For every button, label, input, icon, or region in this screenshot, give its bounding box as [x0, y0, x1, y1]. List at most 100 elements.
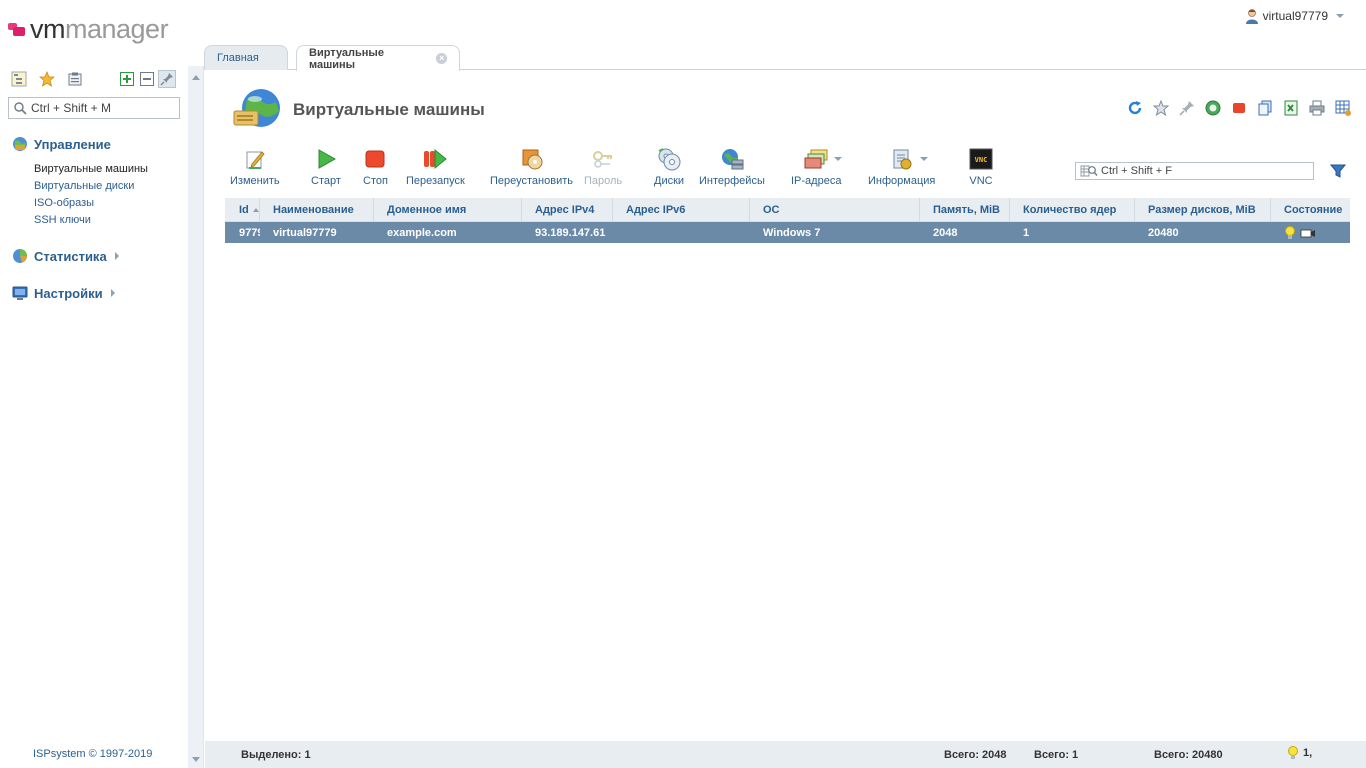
excel-export-icon[interactable] — [1282, 99, 1300, 117]
play-icon — [314, 147, 338, 171]
section-statistics[interactable]: Статистика — [12, 248, 119, 264]
ip-addresses-button-label: IP-адреса — [791, 175, 842, 187]
footer-state: 1, — [1287, 746, 1312, 760]
column-header-memory[interactable]: Память, MiB — [920, 198, 1010, 221]
nav-item-ssh-keys[interactable]: SSH ключи — [34, 212, 148, 229]
column-header-ipv4[interactable]: Адрес IPv4 — [522, 198, 613, 221]
user-name: virtual97779 — [1262, 9, 1328, 23]
sort-asc-icon — [252, 207, 259, 212]
stop-button-label: Стоп — [363, 175, 388, 187]
table-filter-input[interactable] — [1101, 165, 1301, 177]
interfaces-button[interactable]: Интерфейсы — [699, 147, 765, 187]
cell-cores: 1 — [1023, 226, 1030, 239]
edit-button-label: Изменить — [230, 175, 280, 187]
management-nav-list: Виртуальные машины Виртуальные диски ISO… — [34, 161, 148, 229]
svg-text:VNC: VNC — [975, 156, 988, 164]
vmmanager-logo[interactable]: vmmanager — [8, 14, 169, 44]
close-tab-icon[interactable]: × — [436, 53, 447, 64]
start-button[interactable]: Старт — [311, 147, 341, 187]
footer-state-count: 1, — [1303, 747, 1313, 759]
ip-addresses-button[interactable]: IP-адреса — [791, 147, 843, 187]
page-title: Виртуальные машины — [293, 100, 485, 119]
search-icon — [14, 101, 27, 115]
monitor-settings-icon — [12, 286, 28, 300]
cell-domain: example.com — [387, 226, 457, 239]
footer-total-memory: Всего: 2048 — [944, 749, 1007, 761]
table-row[interactable]: 9779 virtual97779 example.com 93.189.147… — [225, 222, 1350, 243]
information-button[interactable]: Информация — [868, 147, 935, 187]
cell-os: Windows 7 — [763, 226, 821, 239]
restart-button[interactable]: Перезапуск — [406, 147, 465, 187]
disks-button-label: Диски — [654, 175, 685, 187]
menu-search-field[interactable] — [8, 97, 180, 119]
stop-button[interactable]: Стоп — [363, 147, 388, 187]
column-header-name[interactable]: Наименование — [260, 198, 374, 221]
clipboard-icon[interactable] — [66, 70, 84, 88]
user-icon — [1245, 9, 1258, 24]
chevron-right-icon — [114, 252, 119, 260]
nav-item-virtual-machines[interactable]: Виртуальные машины — [34, 161, 148, 178]
copyright[interactable]: ISPsystem © 1997-2019 — [33, 748, 152, 760]
pin-page-icon[interactable] — [1178, 99, 1196, 117]
collapse-all-icon[interactable] — [138, 70, 156, 88]
help-icon[interactable] — [1204, 99, 1222, 117]
refresh-icon[interactable] — [1126, 99, 1144, 117]
nav-item-iso-images[interactable]: ISO-образы — [34, 195, 148, 212]
logo-mark-icon — [8, 21, 28, 37]
password-button[interactable]: Пароль — [584, 147, 622, 187]
globe-management-icon — [13, 137, 27, 151]
password-button-label: Пароль — [584, 175, 623, 187]
cell-name: virtual97779 — [273, 226, 337, 239]
vnc-icon: VNC — [969, 147, 993, 171]
nav-item-virtual-disks[interactable]: Виртуальные диски — [34, 178, 148, 195]
tab-virtual-machines[interactable]: Виртуальные машины × — [296, 45, 460, 71]
column-header-id[interactable]: Id — [225, 198, 260, 221]
column-header-disk-size[interactable]: Размер дисков, MiB — [1135, 198, 1271, 221]
lightbulb-on-icon — [1285, 225, 1295, 239]
table-settings-icon[interactable] — [1334, 99, 1352, 117]
user-menu[interactable]: virtual97779 — [1245, 8, 1344, 24]
column-header-domain[interactable]: Доменное имя — [374, 198, 522, 221]
cell-ipv4: 93.189.147.61 — [535, 226, 606, 239]
interfaces-button-label: Интерфейсы — [699, 175, 765, 187]
scroll-down-icon[interactable] — [192, 757, 200, 762]
favorite-star-icon[interactable] — [1152, 99, 1170, 117]
sidebar-splitter[interactable] — [188, 66, 204, 768]
lightbulb-on-icon — [1288, 746, 1298, 759]
sidebar-toolbar — [10, 70, 180, 90]
table-header: Id Наименование Доменное имя Адрес IPv4 … — [225, 198, 1350, 222]
column-header-state[interactable]: Состояние — [1271, 198, 1350, 221]
menu-tree-icon[interactable] — [10, 70, 28, 88]
section-settings[interactable]: Настройки — [12, 285, 115, 301]
grid-search-icon — [1080, 165, 1098, 177]
column-header-os[interactable]: ОС — [750, 198, 920, 221]
edit-button[interactable]: Изменить — [230, 147, 280, 187]
main-content: Виртуальные машины Изменить Старт Стоп П… — [205, 71, 1366, 768]
vnc-button[interactable]: VNC VNC — [969, 147, 993, 187]
table-footer: Выделено: 1 Всего: 2048 Всего: 1 Всего: … — [205, 741, 1366, 768]
pin-icon[interactable] — [158, 70, 176, 88]
print-icon[interactable] — [1308, 99, 1326, 117]
section-management[interactable]: Управление — [12, 136, 111, 152]
table-filter-field[interactable] — [1075, 162, 1314, 180]
cell-ipv6 — [613, 222, 750, 243]
stop-red-icon[interactable] — [1230, 99, 1248, 117]
scroll-up-icon[interactable] — [192, 75, 200, 80]
column-header-ipv6[interactable]: Адрес IPv6 — [613, 198, 750, 221]
section-statistics-title: Статистика — [34, 248, 107, 264]
column-header-cores[interactable]: Количество ядер — [1010, 198, 1135, 221]
page-actions — [1126, 99, 1352, 117]
interfaces-icon — [720, 147, 744, 171]
expand-all-icon[interactable] — [118, 70, 136, 88]
vm-table: Id Наименование Доменное имя Адрес IPv4 … — [225, 198, 1350, 243]
favorites-star-icon[interactable] — [38, 70, 56, 88]
filter-funnel-icon[interactable] — [1329, 163, 1347, 179]
cell-id: 9779 — [239, 226, 260, 239]
tab-home[interactable]: Главная — [204, 45, 288, 70]
menu-search-input[interactable] — [31, 101, 171, 115]
reinstall-button[interactable]: Переустановить — [490, 147, 573, 187]
vnc-button-label: VNC — [969, 175, 993, 187]
copy-icon[interactable] — [1256, 99, 1274, 117]
disks-button[interactable]: Диски — [654, 147, 684, 187]
reinstall-button-label: Переустановить — [490, 175, 573, 187]
